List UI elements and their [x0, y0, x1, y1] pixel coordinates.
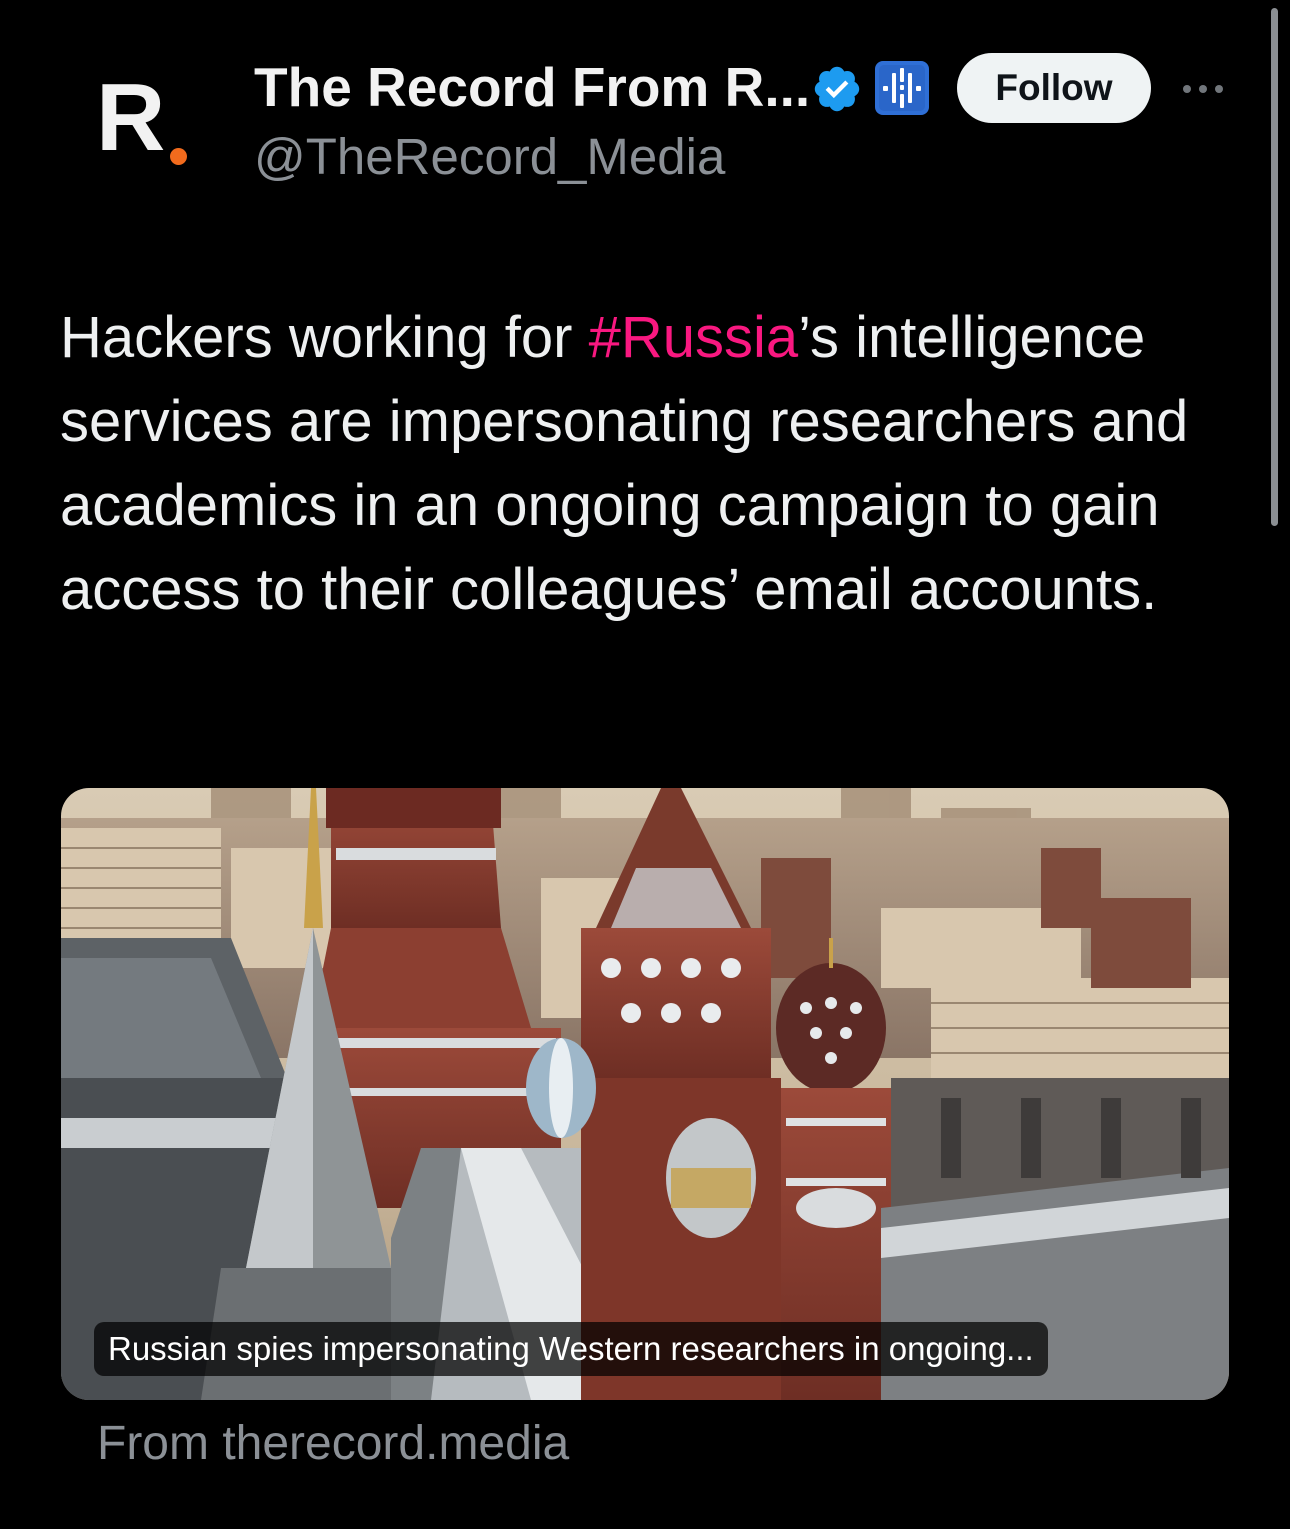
tweet-header: R The Record From R... @TheRecord_Media …: [0, 0, 1290, 210]
user-handle[interactable]: @TheRecord_Media: [254, 128, 725, 186]
tweet-text-before: Hackers working for: [60, 305, 589, 370]
link-card[interactable]: Russian spies impersonating Western rese…: [61, 788, 1229, 1400]
avatar-letter: R: [96, 64, 165, 171]
tweet-text: Hackers working for #Russia’s intelligen…: [60, 296, 1250, 632]
verified-badge-icon[interactable]: [811, 63, 863, 115]
avatar[interactable]: R: [86, 66, 206, 176]
card-title[interactable]: Russian spies impersonating Western rese…: [94, 1322, 1048, 1376]
display-name[interactable]: The Record From R...: [254, 56, 810, 118]
card-source-link[interactable]: From therecord.media: [97, 1414, 569, 1474]
follow-button[interactable]: Follow: [957, 53, 1151, 123]
more-options-icon[interactable]: [1178, 74, 1228, 104]
recorded-future-affiliate-icon[interactable]: [872, 60, 932, 116]
avatar-dot: [170, 148, 187, 165]
hashtag-link[interactable]: #Russia: [589, 305, 799, 370]
moscow-kremlin-winter-photo: [61, 788, 1229, 1400]
